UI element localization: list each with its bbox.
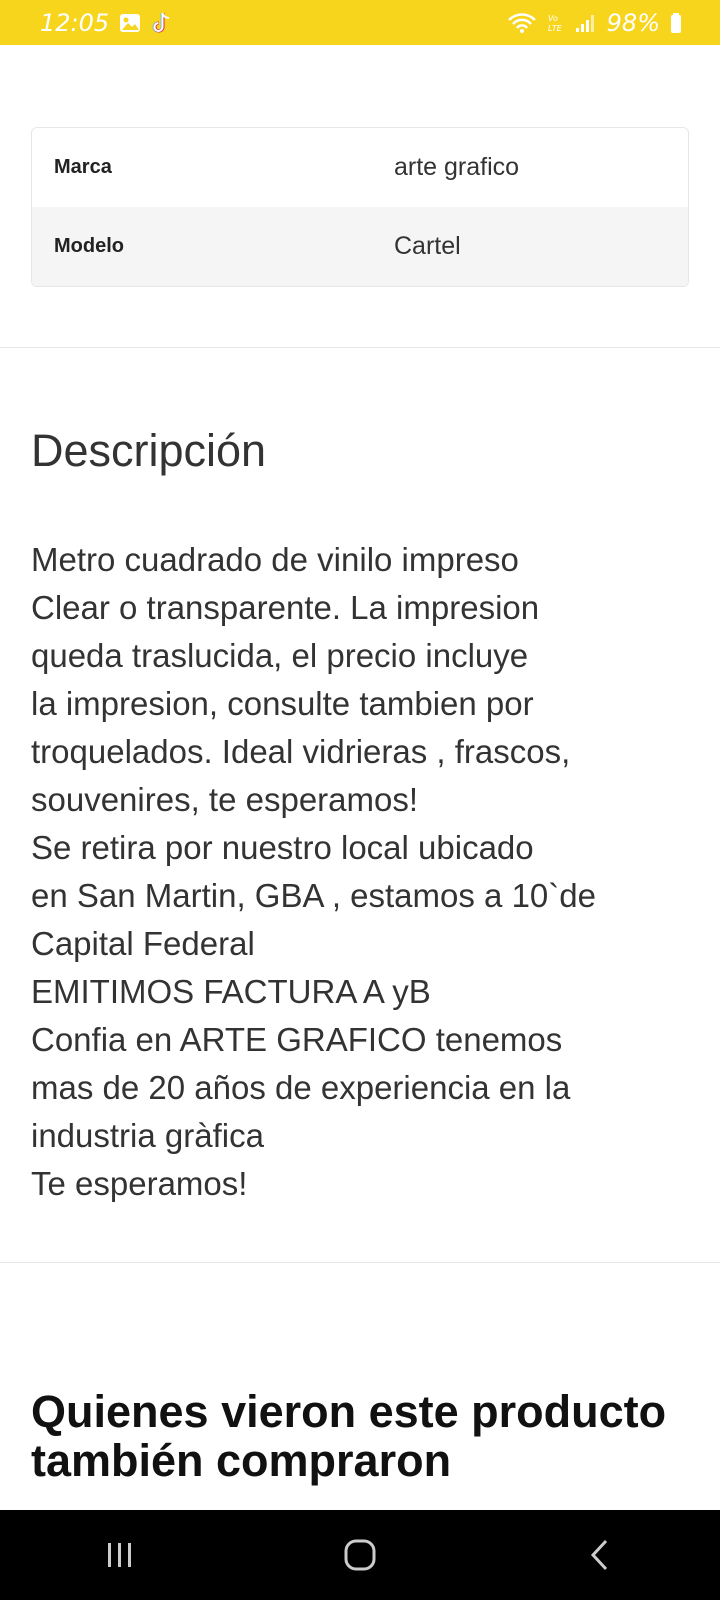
battery-icon: [670, 12, 682, 34]
related-products-title: Quienes vieron este producto también com…: [31, 1386, 667, 1486]
svg-text:LTE: LTE: [548, 24, 563, 33]
section-divider: [0, 347, 720, 348]
home-button[interactable]: [320, 1525, 400, 1585]
system-nav-bar: [0, 1510, 720, 1600]
spec-row: Modelo Cartel: [32, 207, 688, 286]
spec-key: Marca: [54, 156, 112, 178]
status-left: 12:05: [40, 9, 173, 37]
section-divider: [0, 1262, 720, 1263]
volte-icon: Vo LTE: [547, 12, 565, 34]
signal-icon: [575, 13, 597, 33]
spec-value: arte grafico: [394, 153, 520, 181]
description-text: Metro cuadrado de vinilo impreso Clear o…: [31, 541, 596, 1202]
status-time: 12:05: [40, 8, 110, 37]
tiktok-icon: [151, 11, 173, 35]
image-icon: [119, 13, 141, 33]
back-icon: [590, 1539, 608, 1571]
status-bar: 12:05 Vo LTE 98%: [0, 0, 720, 45]
specs-table: Marca arte grafico Modelo Cartel: [31, 127, 689, 287]
spec-row: Marca arte grafico: [32, 128, 688, 207]
home-icon: [344, 1539, 376, 1571]
spec-key: Modelo: [54, 235, 124, 257]
spec-value: Cartel: [394, 232, 461, 260]
back-button[interactable]: [560, 1525, 640, 1585]
recent-apps-icon: [108, 1543, 131, 1567]
recent-apps-button[interactable]: [80, 1525, 160, 1585]
status-right: Vo LTE 98%: [507, 9, 682, 37]
battery-percent: 98%: [606, 8, 660, 37]
description-title: Descripción: [31, 425, 267, 476]
wifi-icon: [507, 12, 537, 34]
svg-text:Vo: Vo: [548, 14, 558, 23]
